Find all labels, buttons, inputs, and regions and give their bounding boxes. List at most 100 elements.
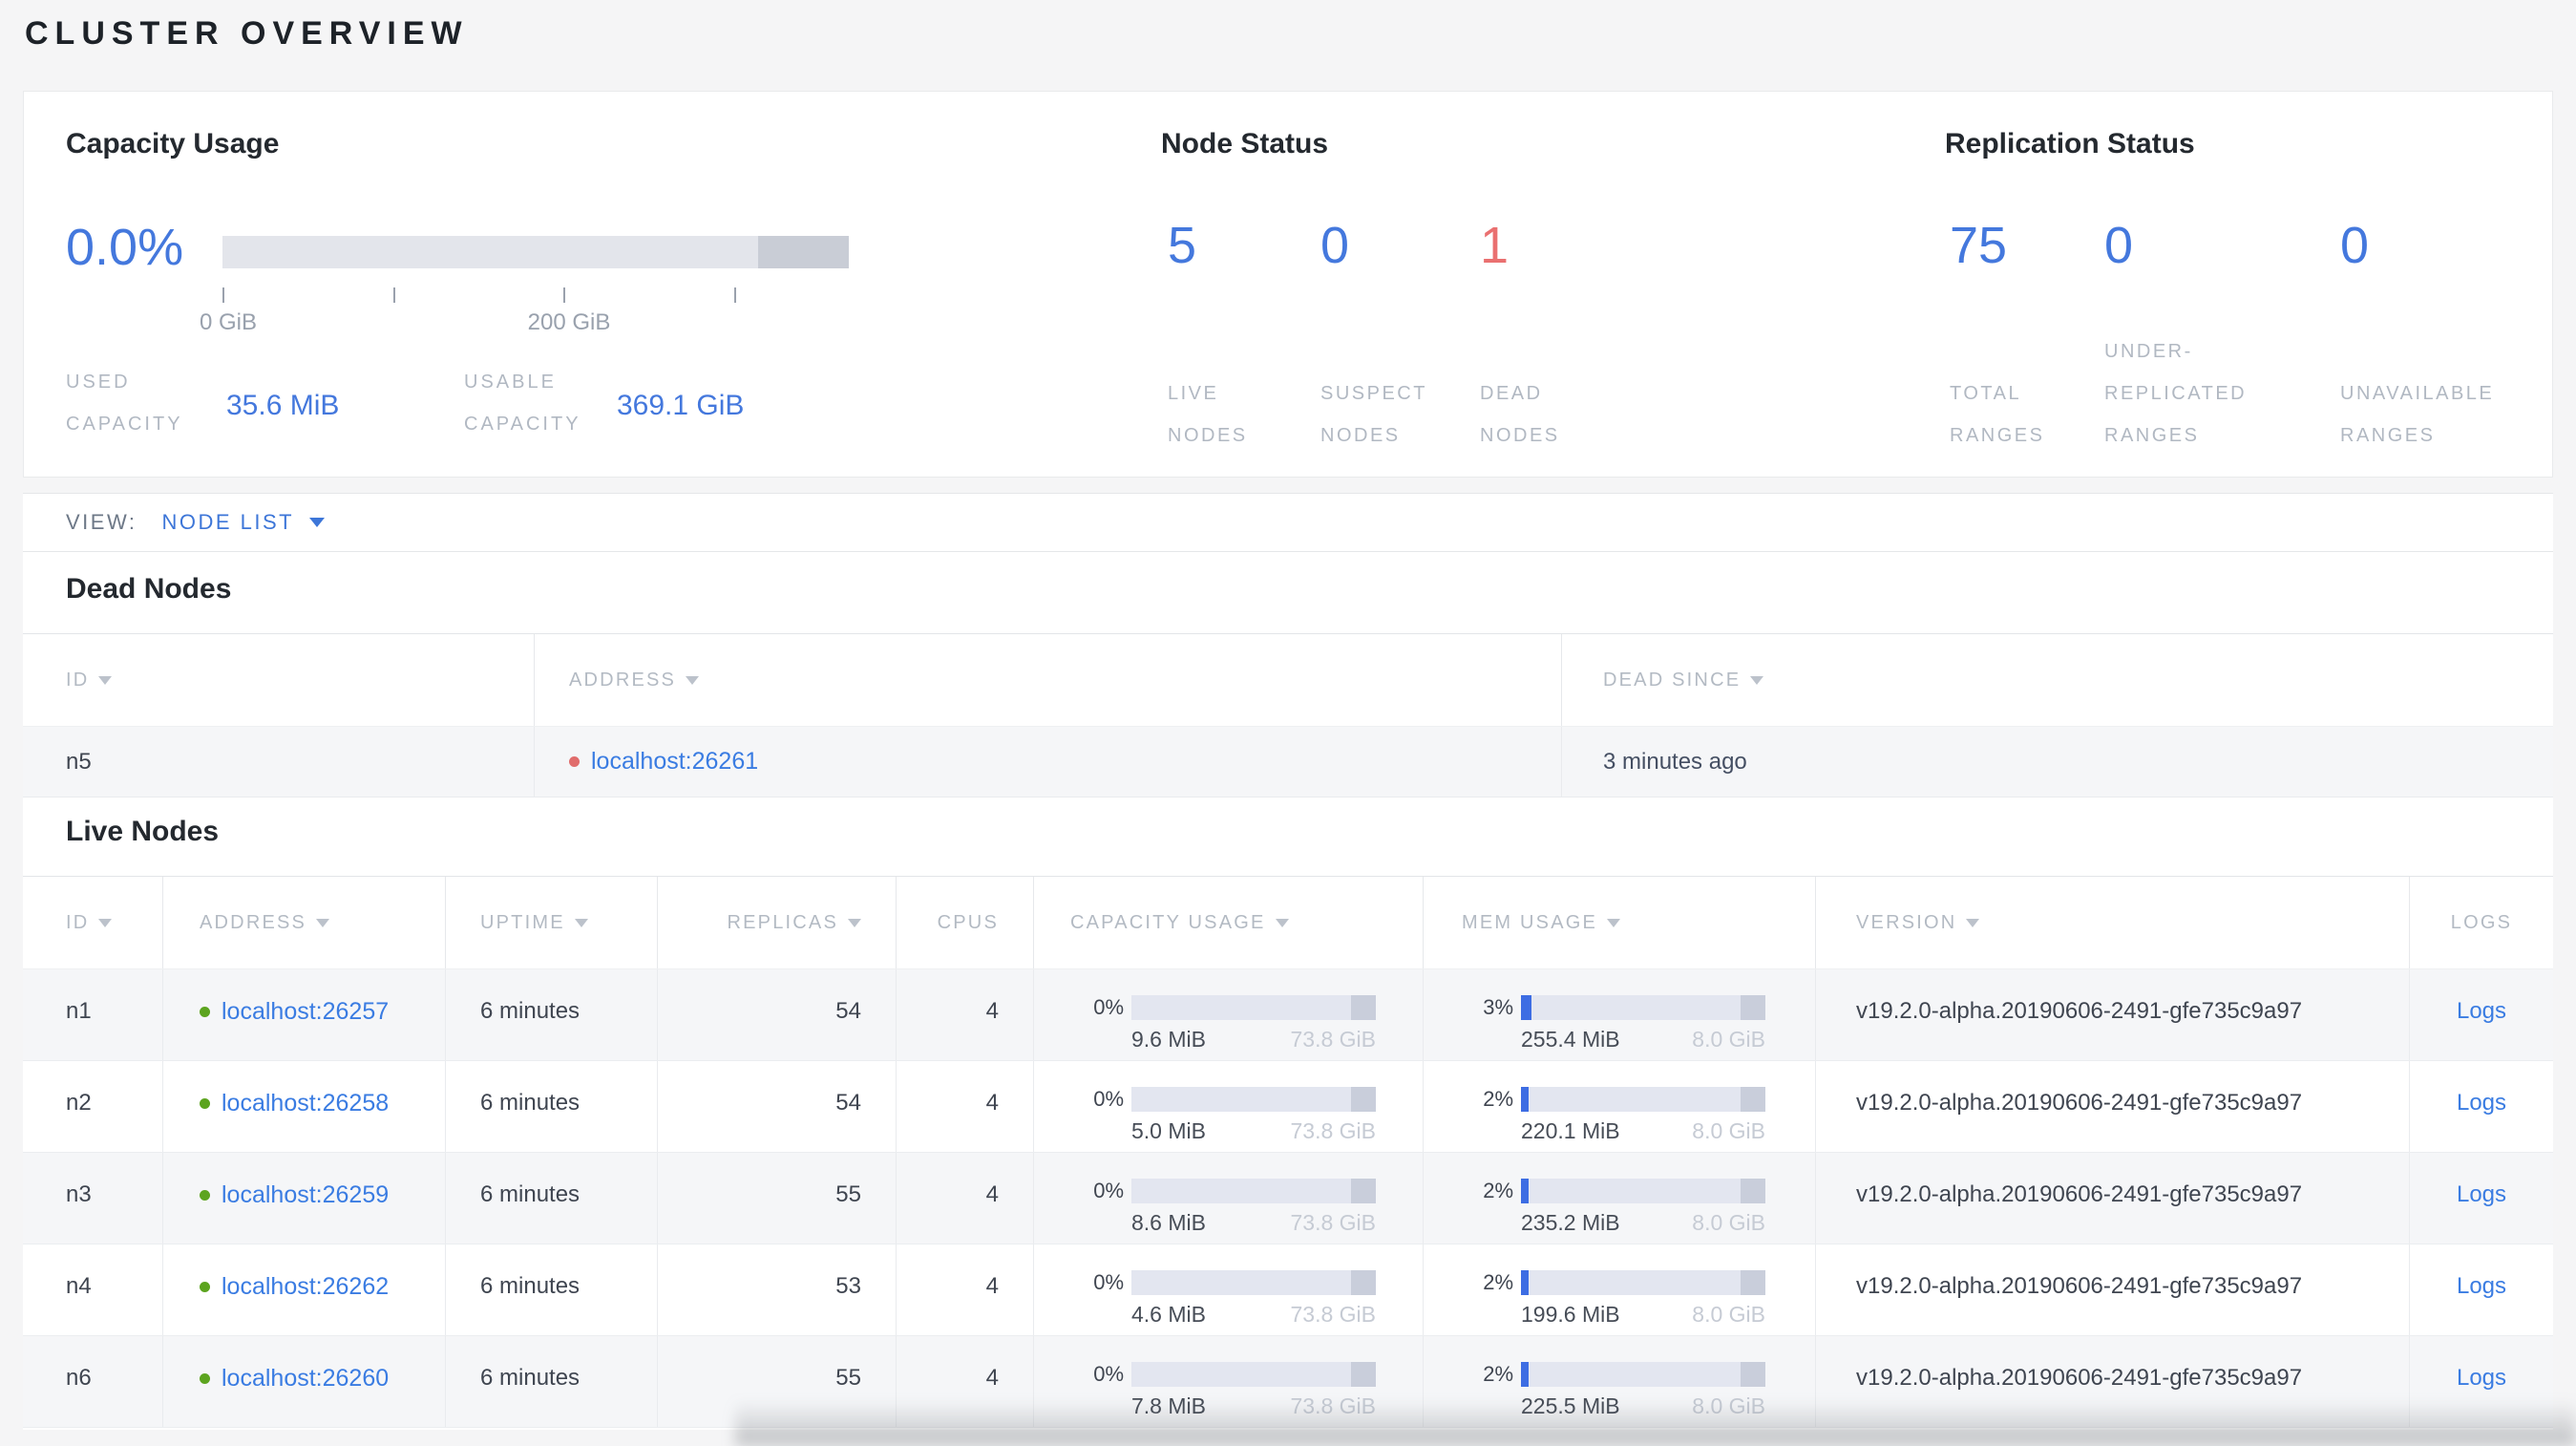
logs-link[interactable]: Logs — [2457, 998, 2506, 1025]
node-address-cell: localhost:26259 — [162, 1153, 445, 1244]
axis-tick — [393, 287, 395, 303]
memory-total-value: 8.0 GiB — [1692, 1118, 1765, 1143]
live-nodes-header-row: ID ADDRESS UPTIME REPLICAS CPUS CAPACITY USAG… — [23, 876, 2553, 969]
memory-bar-reserved-segment — [1741, 995, 1765, 1020]
table-row: n1 localhost:26257 6 minutes 54 4 0% 9.6 MiB 73… — [23, 969, 2553, 1061]
replication-status-title: Replication Status — [1945, 128, 2195, 159]
memory-bar-fill — [1521, 1179, 1529, 1203]
live-nodes-header-address[interactable]: ADDRESS — [162, 877, 445, 968]
node-address-cell: localhost:26258 — [162, 1061, 445, 1152]
logs-cell: Logs — [2409, 1061, 2553, 1152]
memory-values: 225.5 MiB 8.0 GiB — [1521, 1393, 1765, 1419]
memory-total-value: 8.0 GiB — [1692, 1302, 1765, 1327]
live-nodes-header-uptime[interactable]: UPTIME — [445, 877, 657, 968]
table-row: n4 localhost:26262 6 minutes 53 4 0% 4.6 MiB 73… — [23, 1244, 2553, 1336]
memory-gauge-cell: 3% 255.4 MiB 8.0 GiB — [1423, 969, 1815, 1060]
memory-percent: 3% — [1483, 995, 1513, 1019]
sort-arrow-icon — [574, 918, 588, 927]
live-nodes-header-id[interactable]: ID — [23, 877, 162, 968]
nodes-panel: Dead Nodes ID ADDRESS DEAD SINCE n5 localhos… — [23, 552, 2553, 1430]
page-title: CLUSTER OVERVIEW — [25, 15, 469, 52]
view-selector-dropdown[interactable]: NODE LIST — [161, 510, 326, 535]
column-header-label: ID — [66, 669, 90, 691]
dead-nodes-table: ID ADDRESS DEAD SINCE n5 localhost:26261 3 mi… — [23, 633, 2553, 797]
memory-bar — [1521, 995, 1765, 1020]
dead-nodes-header-dead-since[interactable]: DEAD SINCE — [1561, 634, 2553, 726]
memory-gauge-cell: 2% 225.5 MiB 8.0 GiB — [1423, 1336, 1815, 1427]
memory-values: 199.6 MiB 8.0 GiB — [1521, 1302, 1765, 1328]
capacity-values: 8.6 MiB 73.8 GiB — [1131, 1210, 1376, 1236]
node-id: n6 — [66, 1365, 92, 1391]
live-status-dot — [200, 1007, 210, 1017]
node-replicas: 55 — [657, 1336, 896, 1427]
node-uptime: 6 minutes — [445, 1336, 657, 1427]
node-address-link[interactable]: localhost:26262 — [222, 1273, 389, 1301]
sort-arrow-icon — [686, 675, 700, 685]
dead-nodes-header-id[interactable]: ID — [23, 634, 534, 726]
used-capacity-label: USED CAPACITY — [66, 372, 183, 435]
live-nodes-table: ID ADDRESS UPTIME REPLICAS CPUS CAPACITY USAG… — [23, 876, 2553, 1428]
dead-nodes-header-address[interactable]: ADDRESS — [534, 634, 1561, 726]
memory-percent: 2% — [1483, 1362, 1513, 1386]
memory-bar — [1521, 1087, 1765, 1112]
node-replicas: 54 — [657, 1061, 896, 1152]
logs-link[interactable]: Logs — [2457, 1273, 2506, 1300]
memory-percent: 2% — [1483, 1087, 1513, 1111]
logs-link[interactable]: Logs — [2457, 1365, 2506, 1392]
live-nodes-header-version[interactable]: VERSION — [1815, 877, 2409, 968]
capacity-gauge-cell: 0% 8.6 MiB 73.8 GiB — [1033, 1153, 1423, 1244]
capacity-used-value: 7.8 MiB — [1131, 1393, 1206, 1418]
memory-values: 235.2 MiB 8.0 GiB — [1521, 1210, 1765, 1236]
memory-gauge-line: 2% — [1424, 1270, 1815, 1295]
capacity-used-value: 5.0 MiB — [1131, 1118, 1206, 1143]
stat-label: DEAD NODES — [1480, 383, 1560, 446]
node-address-link[interactable]: localhost:26259 — [222, 1181, 389, 1209]
node-replicas: 55 — [657, 1153, 896, 1244]
view-label: VIEW: — [66, 510, 137, 534]
logs-link[interactable]: Logs — [2457, 1090, 2506, 1116]
used-capacity-value: 35.6 MiB — [226, 390, 340, 421]
capacity-bar — [1131, 1362, 1376, 1387]
node-address-link[interactable]: localhost:26257 — [222, 998, 389, 1026]
live-nodes-header-replicas[interactable]: REPLICAS — [657, 877, 896, 968]
memory-bar-reserved-segment — [1741, 1179, 1765, 1203]
axis-tick-label: 0 GiB — [199, 309, 258, 335]
memory-bar-reserved-segment — [1741, 1362, 1765, 1387]
node-id: n3 — [66, 1181, 92, 1207]
usable-capacity-value: 369.1 GiB — [617, 390, 745, 421]
capacity-used-value: 8.6 MiB — [1131, 1210, 1206, 1235]
node-address-link[interactable]: localhost:26258 — [222, 1090, 389, 1117]
node-status-title: Node Status — [1161, 128, 1329, 159]
capacity-gauge-line: 0% — [1034, 1179, 1423, 1203]
view-bar: VIEW: NODE LIST — [23, 493, 2553, 552]
capacity-values: 7.8 MiB 73.8 GiB — [1131, 1393, 1376, 1419]
logs-cell: Logs — [2409, 969, 2553, 1060]
column-header-label: LOGS — [2450, 911, 2513, 933]
memory-used-value: 235.2 MiB — [1521, 1210, 1620, 1235]
live-status-dot — [200, 1190, 210, 1201]
node-id: n2 — [66, 1090, 92, 1116]
node-cpus: 4 — [896, 969, 1033, 1060]
capacity-used-value: 4.6 MiB — [1131, 1302, 1206, 1327]
live-nodes-rows: n1 localhost:26257 6 minutes 54 4 0% 9.6 MiB 73… — [23, 969, 2553, 1428]
live-nodes-header-mem-usage[interactable]: MEM USAGE — [1423, 877, 1815, 968]
node-address-link[interactable]: localhost:26260 — [222, 1365, 389, 1393]
memory-gauge-cell: 2% 199.6 MiB 8.0 GiB — [1423, 1244, 1815, 1335]
column-header-label: UPTIME — [480, 911, 565, 933]
table-row: n3 localhost:26259 6 minutes 55 4 0% 8.6 MiB 73… — [23, 1153, 2553, 1244]
sort-arrow-icon — [316, 918, 330, 927]
capacity-total-value: 73.8 GiB — [1290, 1118, 1377, 1143]
chevron-down-icon — [309, 518, 326, 527]
live-nodes-header-capacity-usage[interactable]: CAPACITY USAGE — [1033, 877, 1423, 968]
node-address-link[interactable]: localhost:26261 — [591, 748, 758, 776]
capacity-bar — [1131, 1270, 1376, 1295]
capacity-bar — [1131, 1179, 1376, 1203]
node-id: n1 — [66, 998, 92, 1024]
capacity-percent: 0% — [1093, 1270, 1124, 1294]
logs-link[interactable]: Logs — [2457, 1181, 2506, 1208]
summary-stat: 0 UNAVAILABLE RANGES — [2340, 216, 2569, 457]
capacity-total-value: 73.8 GiB — [1290, 1393, 1377, 1418]
memory-bar — [1521, 1362, 1765, 1387]
node-address-cell: localhost:26262 — [162, 1244, 445, 1335]
table-row: n6 localhost:26260 6 minutes 55 4 0% 7.8 MiB 73… — [23, 1336, 2553, 1428]
